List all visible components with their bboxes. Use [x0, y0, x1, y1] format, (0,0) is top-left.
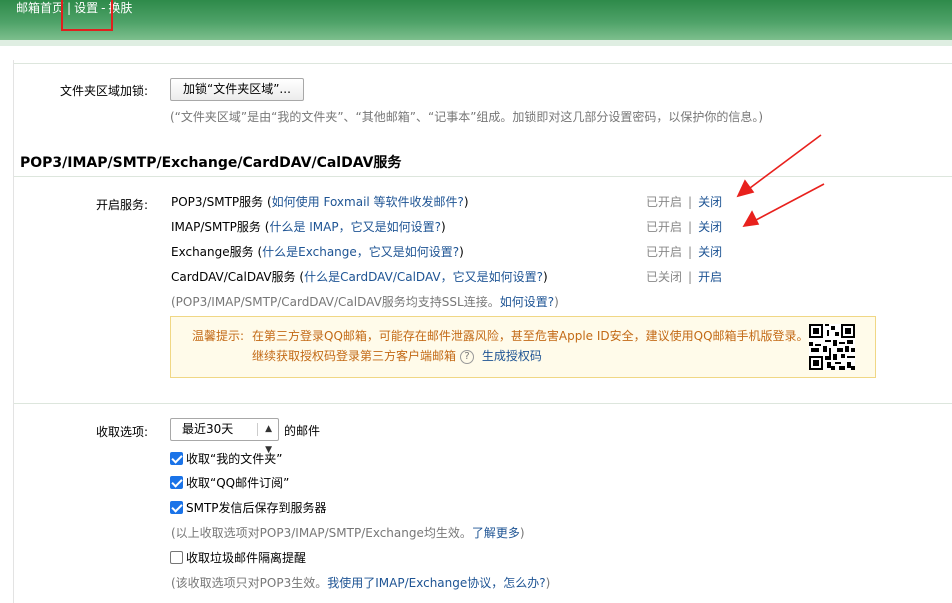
service-name: CardDAV/CalDAV服务: [171, 270, 296, 284]
nav-mail-home[interactable]: 邮箱首页: [16, 1, 64, 15]
paren-close: ): [440, 220, 446, 234]
divider: [14, 403, 952, 404]
note-text: (该收取选项只对POP3生效。: [171, 576, 328, 590]
content-left-border: [13, 60, 14, 603]
help-link-imap[interactable]: 什么是 IMAP，它又是如何设置?: [269, 220, 441, 234]
divider: [14, 63, 952, 64]
help-link-carddav[interactable]: 什么是CardDAV/CalDAV，它又是如何设置?: [304, 270, 543, 284]
option-label: 收取垃圾邮件隔离提醒: [186, 551, 307, 565]
note-text: (以上收取选项对POP3/IMAP/SMTP/Exchange均生效。: [171, 526, 472, 540]
ssl-note: (POP3/IMAP/SMTP/CardDAV/CalDAV服务均支持SSL连接…: [171, 293, 559, 310]
option-label: 收取“我的文件夹”: [186, 452, 283, 466]
option-label: 收取“QQ邮件订阅”: [186, 476, 290, 490]
learn-more-link[interactable]: 了解更多: [472, 526, 520, 540]
receive-range-select[interactable]: 最近30天 ▲ ▼: [170, 418, 279, 455]
checkbox-checked[interactable]: [170, 476, 183, 489]
service-status: 已开启: [646, 245, 683, 259]
qr-code-icon: [809, 324, 855, 370]
status-separator: |: [688, 195, 693, 209]
ssl-setup-link[interactable]: 如何设置?: [500, 295, 554, 309]
enable-service-label: 开启服务:: [95, 198, 148, 212]
note-end: ): [519, 526, 525, 540]
imap-exchange-help-link[interactable]: 我使用了IMAP/Exchange协议，怎么办?: [327, 576, 545, 590]
checkbox-unchecked[interactable]: [170, 551, 183, 564]
folder-lock-hint: (“文件夹区域”是由“我的文件夹”、“其他邮箱”、“记事本”组成。加锁即对这几部…: [170, 110, 764, 124]
note-end: ): [545, 576, 551, 590]
warning-tip-box: 温馨提示: 在第三方登录QQ邮箱，可能存在邮件泄露风险，甚至危害Apple ID…: [170, 316, 876, 378]
paren-close: ): [542, 270, 548, 284]
lock-folder-button[interactable]: 加锁“文件夹区域”...: [170, 78, 304, 101]
tip-text: 继续获取授权码登录第三方客户端邮箱: [252, 349, 457, 363]
select-suffix: 的邮件: [284, 424, 321, 438]
enable-carddav-link[interactable]: 开启: [698, 270, 722, 284]
generate-auth-code-link[interactable]: 生成授权码: [482, 349, 542, 363]
help-link-foxmail[interactable]: 如何使用 Foxmail 等软件收发邮件?: [272, 195, 464, 209]
select-value: 最近30天: [182, 422, 234, 436]
service-name: IMAP/SMTP服务: [171, 220, 261, 234]
top-header: [0, 0, 952, 40]
checkbox-checked[interactable]: [170, 501, 183, 514]
section-title-protocols: POP3/IMAP/SMTP/Exchange/CardDAV/CalDAV服务: [20, 155, 402, 171]
receive-options-label: 收取选项:: [95, 425, 148, 439]
annotation-arrow-line: [749, 134, 822, 189]
option-label: SMTP发信后保存到服务器: [186, 501, 327, 515]
question-icon[interactable]: ?: [460, 349, 475, 364]
ssl-note-end: ): [554, 295, 559, 309]
paren-close: ): [459, 245, 464, 259]
service-name: POP3/SMTP服务: [171, 195, 264, 209]
service-status: 已开启: [646, 220, 683, 234]
service-name: Exchange服务: [171, 245, 254, 259]
tip-label: 温馨提示:: [192, 329, 245, 343]
tip-text-line1: 在第三方登录QQ邮箱，可能存在邮件泄露风险，甚至危害Apple ID安全，建议使…: [252, 329, 809, 343]
service-row-carddav: CardDAV/CalDAV服务 (什么是CardDAV/CalDAV，它又是如…: [171, 268, 771, 286]
tip-text-line2: 继续获取授权码登录第三方客户端邮箱? 生成授权码: [252, 347, 542, 364]
checkbox-checked[interactable]: [170, 452, 183, 465]
select-divider: [257, 423, 258, 436]
service-row-pop3: POP3/SMTP服务 (如何使用 Foxmail 等软件收发邮件?) 已开启 |…: [171, 193, 771, 211]
header-strip: [0, 40, 952, 46]
service-status: 已关闭: [646, 270, 683, 284]
receive-note-2: (该收取选项只对POP3生效。我使用了IMAP/Exchange协议，怎么办?): [171, 574, 550, 591]
service-status: 已开启: [646, 195, 683, 209]
ssl-note-text: (POP3/IMAP/SMTP/CardDAV/CalDAV服务均支持SSL连接…: [171, 295, 500, 309]
service-row-imap: IMAP/SMTP服务 (什么是 IMAP，它又是如何设置?) 已开启 | 关闭: [171, 218, 771, 236]
disable-pop3-link[interactable]: 关闭: [698, 195, 722, 209]
service-row-exchange: Exchange服务 (什么是Exchange，它又是如何设置?) 已开启 | 关闭: [171, 243, 771, 261]
folder-lock-label: 文件夹区域加锁:: [59, 84, 148, 98]
receive-note-1: (以上收取选项对POP3/IMAP/SMTP/Exchange均生效。了解更多): [171, 524, 525, 541]
paren-close: ): [463, 195, 469, 209]
status-separator: |: [688, 270, 693, 284]
help-link-exchange[interactable]: 什么是Exchange，它又是如何设置?: [262, 245, 459, 259]
disable-exchange-link[interactable]: 关闭: [698, 245, 722, 259]
disable-imap-link[interactable]: 关闭: [698, 220, 722, 234]
status-separator: |: [688, 245, 693, 259]
annotation-highlight-box: [61, 0, 113, 31]
status-separator: |: [688, 220, 693, 234]
divider: [14, 176, 952, 177]
